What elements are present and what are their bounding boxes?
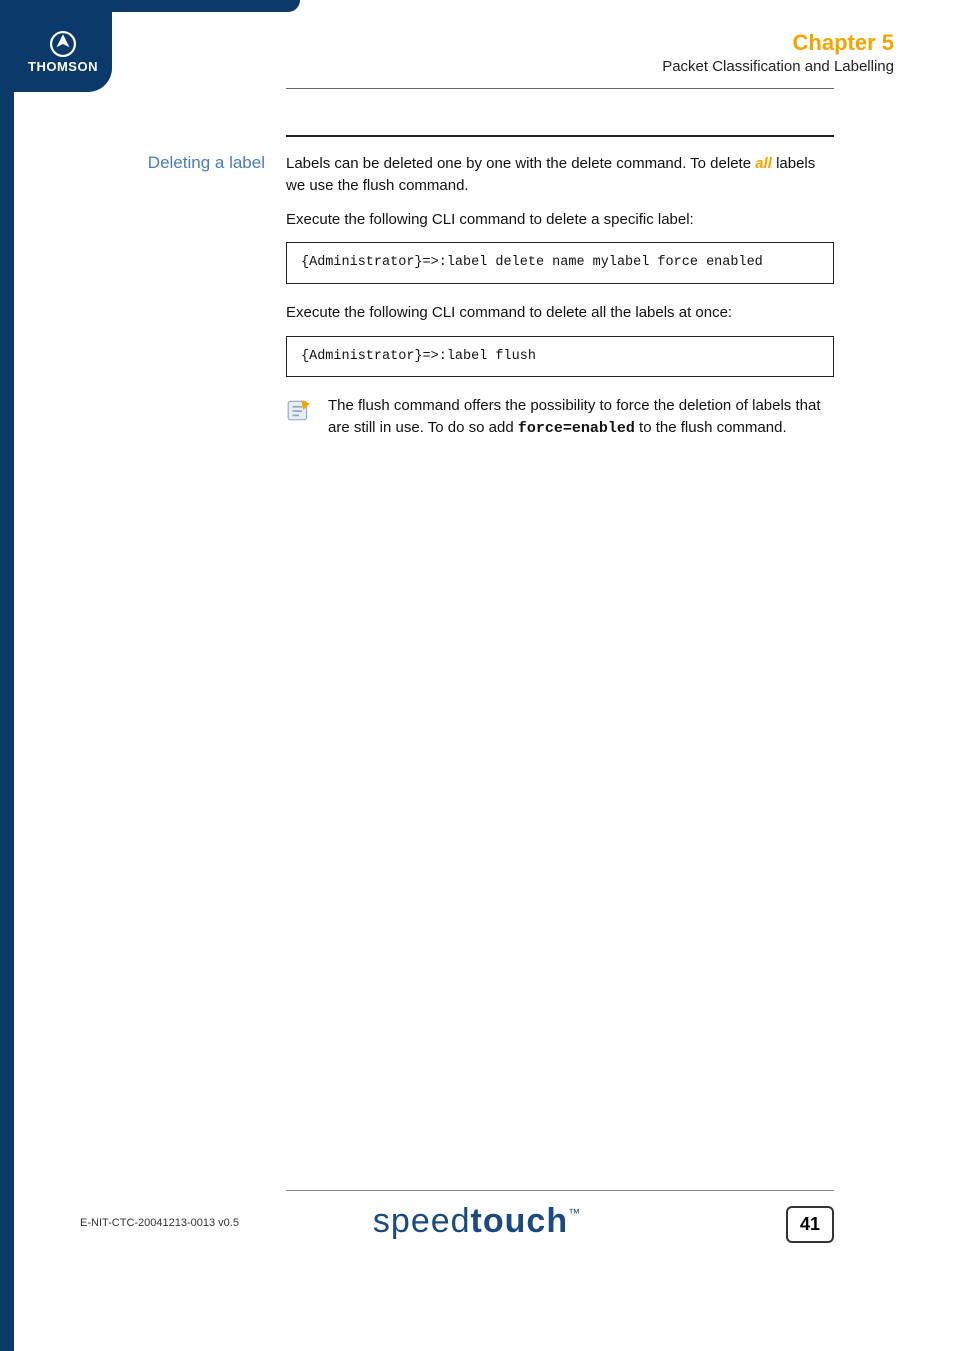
side-heading: Deleting a label [0,153,265,173]
brand-name: THOMSON [28,59,98,74]
note-row: The flush command offers the possibility… [286,395,834,440]
code-delete-specific: {Administrator}=>:label delete name myla… [286,242,834,284]
footer-rule [286,1190,834,1191]
para1-a: Labels can be deleted one by one with th… [286,155,755,172]
chapter-subtitle: Packet Classification and Labelling [662,58,894,75]
page-header: Chapter 5 Packet Classification and Labe… [662,30,894,75]
note-b: to the flush command. [635,419,787,436]
note-icon [286,395,314,440]
thomson-icon [50,31,76,57]
instruction-delete-all: Execute the following CLI command to del… [286,302,834,324]
chapter-title: Chapter 5 [662,30,894,56]
footer-logo-bold: touch [471,1202,569,1240]
note-text: The flush command offers the possibility… [328,395,834,440]
note-code: force=enabled [518,420,635,437]
side-accent-bar [0,0,14,1351]
body-column: Labels can be deleted one by one with th… [286,153,834,440]
emph-all: all [755,155,772,172]
section-rule [286,135,834,137]
footer-logo-light: speed [373,1202,471,1240]
code-flush: {Administrator}=>:label flush [286,336,834,378]
footer-logo-tm: ™ [568,1206,581,1220]
page-number: 41 [786,1206,834,1243]
header-rule [286,88,834,89]
top-accent-bar [0,0,300,12]
instruction-delete-specific: Execute the following CLI command to del… [286,209,834,231]
brand-logo: THOMSON [14,12,112,92]
intro-paragraph: Labels can be deleted one by one with th… [286,153,834,197]
